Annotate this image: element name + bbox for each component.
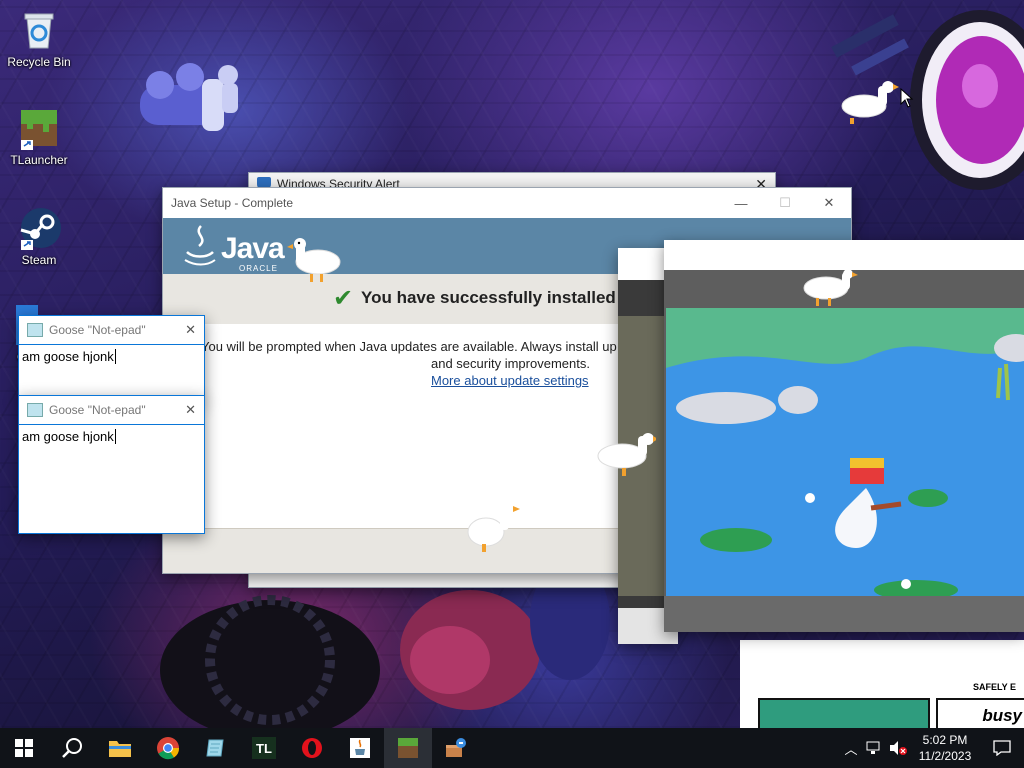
recycle-bin-icon <box>17 8 61 52</box>
java-icon <box>350 738 370 758</box>
chevron-up-icon[interactable]: ︿ <box>840 739 862 758</box>
notepad-titlebar[interactable]: Goose "Not-epad" ✕ <box>19 396 204 425</box>
mouse-cursor-icon <box>900 88 914 108</box>
notepad-title: Goose "Not-epad" <box>49 323 146 337</box>
notepad-title: Goose "Not-epad" <box>49 403 146 417</box>
goose-icon[interactable] <box>840 78 900 134</box>
close-icon[interactable]: ✕ <box>185 322 196 338</box>
clock-time: 5:02 PM <box>922 733 968 747</box>
close-icon[interactable]: ✕ <box>185 402 196 418</box>
tlauncher-icon: TL <box>252 737 276 759</box>
tlauncher-label: TLauncher <box>10 153 68 167</box>
notepad-icon <box>27 403 43 417</box>
desktop-icon-recycle-bin[interactable]: Recycle Bin <box>3 8 75 69</box>
notification-icon[interactable] <box>980 740 1024 756</box>
goose-notepad-window-2[interactable]: Goose "Not-epad" ✕ am goose hjonk <box>18 395 205 534</box>
notepad-button[interactable] <box>192 728 240 768</box>
goose-game-scene <box>666 308 1024 596</box>
minimize-button[interactable]: — <box>719 188 763 218</box>
tlauncher-button[interactable]: TL <box>240 728 288 768</box>
minecraft-button[interactable] <box>384 728 432 768</box>
maximize-button[interactable]: ☐ <box>763 188 807 218</box>
oracle-wordmark: ORACLE <box>239 264 278 273</box>
installer-button[interactable] <box>432 728 480 768</box>
notepad-text-area[interactable]: am goose hjonk <box>19 425 204 448</box>
chrome-icon <box>157 737 180 760</box>
clock-date: 11/2/2023 <box>918 749 972 763</box>
text-caret <box>114 429 116 444</box>
system-tray: ︿ 5:02 PM 11/2/2023 <box>840 728 1024 768</box>
notepad-icon <box>206 739 224 757</box>
steam-icon <box>17 206 61 250</box>
steam-label: Steam <box>21 253 57 267</box>
recycle-bin-label: Recycle Bin <box>7 55 71 69</box>
volume-muted-icon[interactable] <box>886 740 910 756</box>
java-cup-icon <box>184 225 216 266</box>
search-button[interactable] <box>48 728 96 768</box>
desktop-icon-steam[interactable]: Steam <box>3 206 75 267</box>
tlauncher-tb-label: TL <box>256 740 272 756</box>
notepad-text: am goose hjonk <box>22 349 114 364</box>
start-button[interactable] <box>0 728 48 768</box>
opera-button[interactable] <box>288 728 336 768</box>
notepad-titlebar[interactable]: Goose "Not-epad" ✕ <box>19 316 204 345</box>
update-settings-link[interactable]: More about update settings <box>431 373 589 388</box>
wallpaper-robot-hand <box>140 63 238 131</box>
comic-box-green <box>758 698 930 732</box>
success-message: ✔ You have successfully installed <box>333 285 616 312</box>
java-window-title: Java Setup - Complete <box>171 196 294 210</box>
close-button[interactable]: ✕ <box>807 188 851 218</box>
taskbar: TL ︿ 5:02 PM 11/2/2023 <box>0 728 1024 768</box>
folder-icon <box>109 741 131 757</box>
comic-caption: SAFELY E <box>972 682 1016 692</box>
goose-icon[interactable] <box>802 266 862 322</box>
goose-icon[interactable] <box>596 430 656 486</box>
clock[interactable]: 5:02 PM 11/2/2023 <box>910 732 980 764</box>
windows-logo-icon <box>15 739 33 757</box>
text-caret <box>114 349 116 364</box>
notepad-text-area[interactable]: am goose hjonk <box>19 345 204 368</box>
comic-box: busy <box>936 698 1024 732</box>
java-button[interactable] <box>336 728 384 768</box>
comic-text: busy <box>982 706 1022 725</box>
minecraft-icon <box>398 738 418 758</box>
chrome-button[interactable] <box>144 728 192 768</box>
file-explorer-button[interactable] <box>96 728 144 768</box>
grass-block-icon <box>17 106 61 150</box>
goose-icon[interactable] <box>464 500 524 556</box>
installer-icon <box>446 738 466 757</box>
java-logo: Java ORACLE <box>183 224 285 273</box>
search-icon <box>62 738 82 758</box>
opera-icon <box>302 738 322 758</box>
goose-notepad-window-1[interactable]: Goose "Not-epad" ✕ am goose hjonk <box>18 315 205 401</box>
goose-icon[interactable] <box>284 236 344 292</box>
notepad-text: am goose hjonk <box>22 429 114 444</box>
success-headline: You have successfully installed <box>361 288 616 307</box>
java-wordmark: Java <box>221 232 285 265</box>
comic-panel: SAFELY E busy <box>740 640 1024 732</box>
notepad-icon <box>27 323 43 337</box>
java-titlebar[interactable]: Java Setup - Complete — ☐ ✕ <box>163 188 851 218</box>
network-icon[interactable] <box>862 741 886 755</box>
desktop-icon-tlauncher[interactable]: TLauncher <box>3 106 75 167</box>
